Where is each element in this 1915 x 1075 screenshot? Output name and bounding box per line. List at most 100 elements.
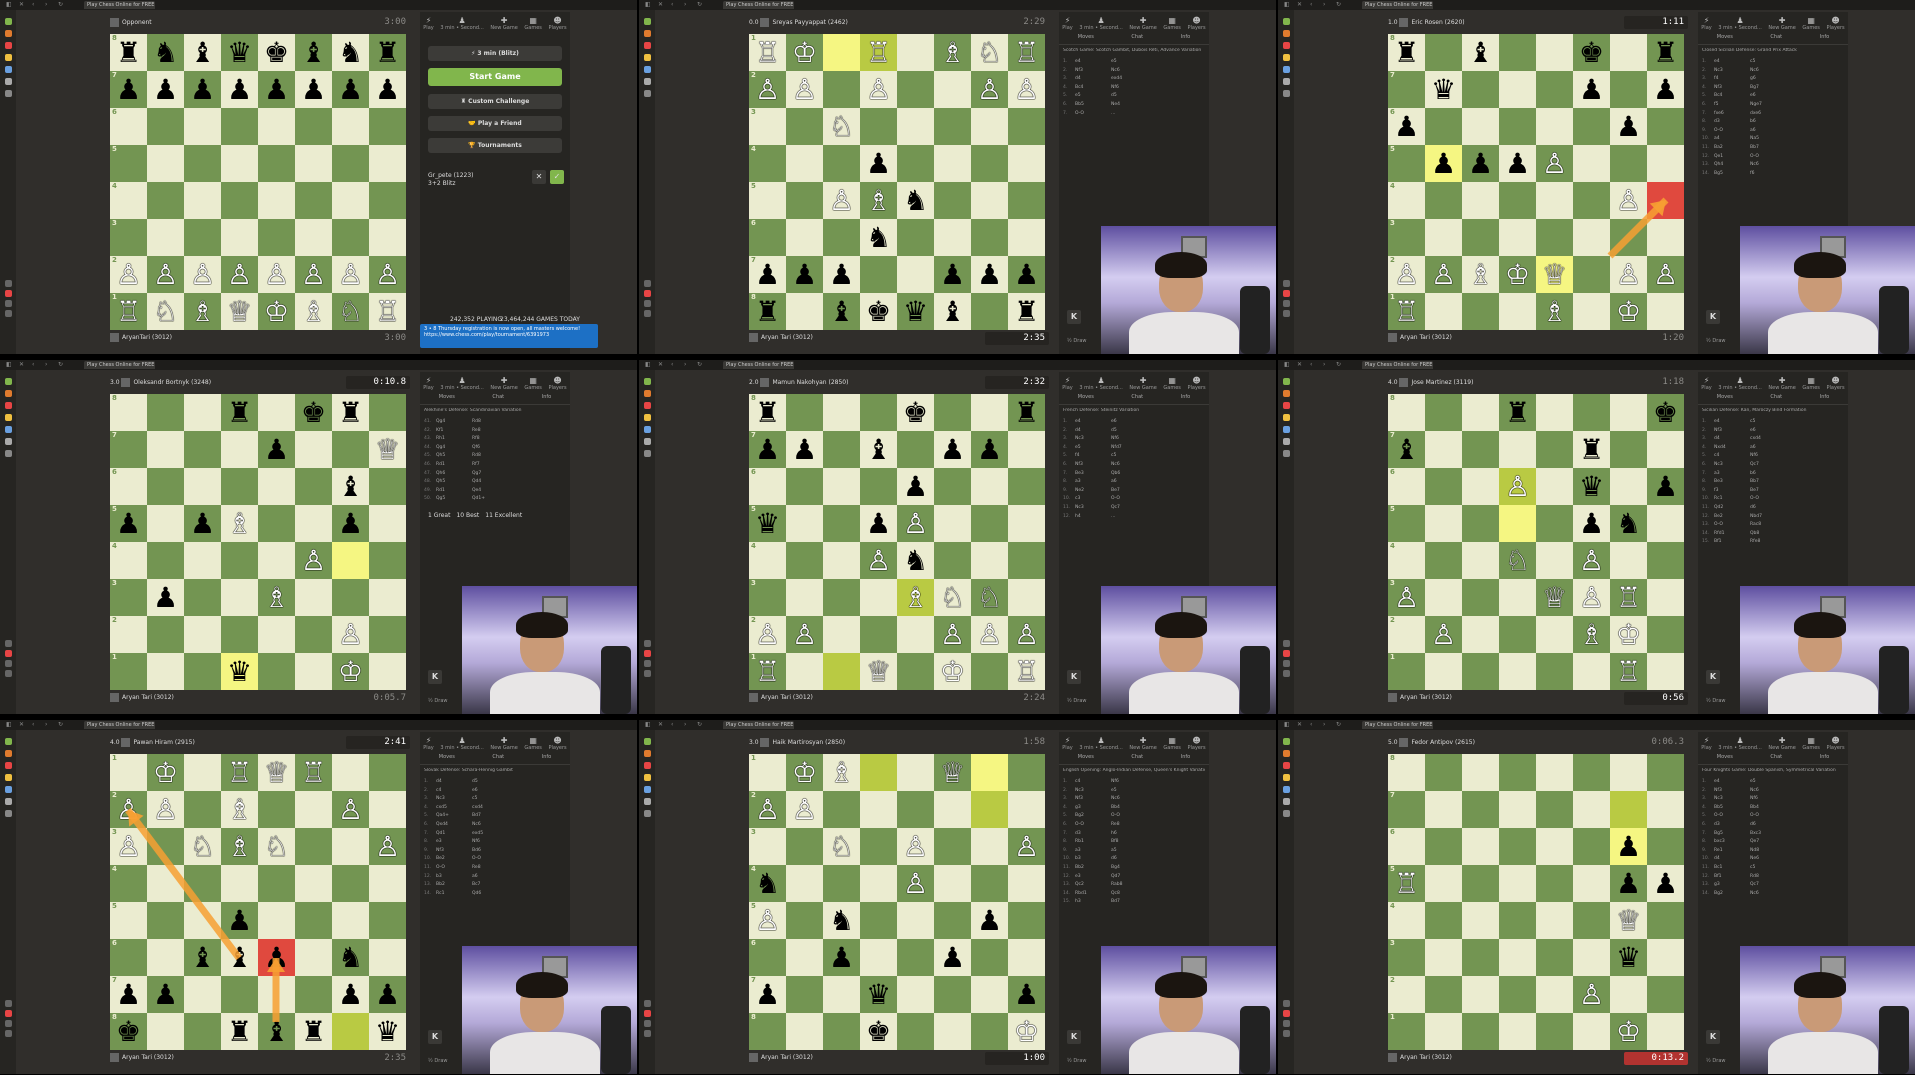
board-square[interactable]: ♙	[1573, 579, 1610, 616]
black-bishop[interactable]: ♝	[338, 472, 363, 501]
time-control-select[interactable]: ⚡ 3 min (Blitz)	[428, 46, 562, 61]
board-square[interactable]	[295, 653, 332, 690]
board-square[interactable]: ♘	[934, 579, 971, 616]
board-square[interactable]	[221, 579, 258, 616]
board-square[interactable]: ♘	[823, 828, 860, 865]
close-icon[interactable]: ✕	[1297, 1, 1302, 9]
black-move[interactable]: e5	[1111, 58, 1147, 67]
white-pawn[interactable]: ♙	[1394, 583, 1419, 612]
settings-icon[interactable]	[1283, 310, 1290, 317]
white-move[interactable]: e3	[1075, 873, 1111, 882]
board-square[interactable]	[147, 182, 184, 219]
side-tab[interactable]: ♟ 3 min • Second...	[440, 16, 484, 31]
move-row[interactable]: 14. Bg5 f6	[1702, 170, 1844, 179]
black-move[interactable]: d5	[1111, 92, 1147, 101]
black-move[interactable]: O-O	[1750, 153, 1786, 162]
board-square[interactable]	[1536, 182, 1573, 219]
board-square[interactable]: 3	[110, 579, 147, 616]
move-row[interactable]: 9. Ne2 Be7	[1063, 487, 1205, 496]
side-tab[interactable]: ♟ 3 min • Second...	[440, 736, 484, 751]
board-square[interactable]: ♙	[1008, 828, 1045, 865]
move-row[interactable]: 4. g3 Bb4	[1063, 804, 1205, 813]
board-square[interactable]: 7	[1388, 71, 1425, 108]
white-queen[interactable]: ♕	[264, 758, 289, 787]
move-row[interactable]: 11. O-O Re8	[424, 864, 566, 873]
black-move[interactable]: O-O	[472, 855, 508, 864]
puzzles-icon[interactable]	[644, 762, 651, 769]
board-square[interactable]	[1499, 1013, 1536, 1050]
white-move[interactable]: Bb5	[1075, 101, 1111, 110]
black-move[interactable]: e5	[1111, 787, 1147, 796]
close-icon[interactable]: ✕	[1297, 721, 1302, 729]
messages-icon[interactable]	[644, 660, 651, 667]
white-pawn[interactable]: ♙	[116, 832, 141, 861]
board-square[interactable]: ♗	[221, 828, 258, 865]
board-square[interactable]	[295, 791, 332, 828]
board-square[interactable]	[1647, 653, 1684, 690]
board-square[interactable]	[897, 145, 934, 182]
black-pawn[interactable]: ♟	[977, 906, 1002, 935]
board-square[interactable]	[184, 394, 221, 431]
black-move[interactable]: Re8	[472, 427, 508, 436]
black-move[interactable]: Bd7	[472, 812, 508, 821]
social-icon[interactable]	[644, 438, 651, 445]
white-move[interactable]: e4	[1714, 418, 1750, 427]
board-square[interactable]: ♙	[147, 256, 184, 293]
side-tab[interactable]: ☻ Players	[1827, 376, 1845, 391]
board-square[interactable]	[1462, 754, 1499, 791]
board-square[interactable]	[1647, 828, 1684, 865]
notifications-icon[interactable]	[1283, 1010, 1290, 1017]
board-square[interactable]: ♟	[971, 431, 1008, 468]
black-pawn[interactable]: ♟	[940, 943, 965, 972]
learn-icon[interactable]	[5, 54, 12, 61]
move-row[interactable]: 6. f5 Nge7	[1702, 101, 1844, 110]
black-move[interactable]: Rd8	[472, 452, 508, 461]
white-move[interactable]: Bg5	[1714, 170, 1750, 179]
board-square[interactable]	[1425, 182, 1462, 219]
white-pawn[interactable]: ♙	[1653, 260, 1678, 289]
board-square[interactable]	[823, 1013, 860, 1050]
subtab[interactable]: Info	[542, 754, 551, 764]
white-move[interactable]: Rc1	[436, 890, 472, 899]
board-square[interactable]	[184, 1013, 221, 1050]
board-square[interactable]: ♔	[786, 754, 823, 791]
chess-board[interactable]: 1 ♔ ♗ ♕ 2 ♙ ♙ 3 ♘ ♙ ♙ 4 ♞ ♙ 5 ♙ ♞ ♟ 6 ♟ ♟ 7 ♟ ♛ ♟ 8 ♚ ♔	[749, 754, 1045, 1050]
white-bishop[interactable]: ♗	[227, 509, 252, 538]
board-square[interactable]: ♙	[971, 616, 1008, 653]
board-square[interactable]: ♙	[786, 791, 823, 828]
board-square[interactable]	[1462, 828, 1499, 865]
board-square[interactable]	[934, 828, 971, 865]
board-square[interactable]	[295, 579, 332, 616]
white-pawn[interactable]: ♙	[227, 260, 252, 289]
move-row[interactable]: 7. Bg5 Bxc3	[1702, 830, 1844, 839]
social-icon[interactable]	[5, 438, 12, 445]
white-move[interactable]: d4	[1714, 435, 1750, 444]
board-square[interactable]: 6	[110, 939, 147, 976]
board-square[interactable]: ♟	[1425, 145, 1462, 182]
k-button[interactable]: K	[428, 1030, 442, 1044]
board-square[interactable]	[971, 108, 1008, 145]
board-square[interactable]: ♟	[147, 579, 184, 616]
white-pawn[interactable]: ♙	[1431, 620, 1456, 649]
move-row[interactable]: 13. g3 Qc7	[1702, 881, 1844, 890]
board-square[interactable]: 3	[749, 108, 786, 145]
board-square[interactable]	[184, 791, 221, 828]
accept-button[interactable]: ✓	[550, 170, 564, 184]
learn-icon[interactable]	[644, 54, 651, 61]
white-knight[interactable]: ♘	[829, 832, 854, 861]
board-square[interactable]: ♔	[258, 293, 295, 330]
black-pawn[interactable]: ♟	[338, 509, 363, 538]
board-square[interactable]: ♗	[897, 579, 934, 616]
board-square[interactable]	[823, 431, 860, 468]
subtab[interactable]: Info	[1181, 754, 1190, 764]
board-square[interactable]: ♗	[1462, 256, 1499, 293]
sidebar-toggle-icon[interactable]: ◧	[645, 721, 651, 729]
black-move[interactable]: c5	[1750, 58, 1786, 67]
black-pawn[interactable]: ♟	[792, 435, 817, 464]
white-move[interactable]: fxe6	[1714, 110, 1750, 119]
notifications-icon[interactable]	[644, 1010, 651, 1017]
black-move[interactable]: a6	[472, 873, 508, 882]
move-row[interactable]: 45. Qh5 Rd8	[424, 452, 566, 461]
board-square[interactable]	[332, 108, 369, 145]
white-pawn[interactable]: ♙	[338, 620, 363, 649]
